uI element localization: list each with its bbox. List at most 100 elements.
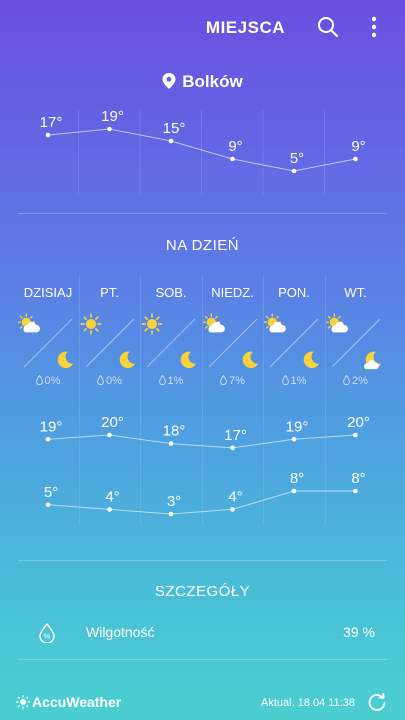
- hourly-temperature-point: [45, 132, 51, 138]
- partly-cloudy-icon: [202, 313, 225, 333]
- precipitation-chance: 7%: [202, 375, 263, 387]
- low-temperature-point: [107, 507, 112, 512]
- day-night-icons: [264, 313, 320, 369]
- sun-icon: [80, 313, 101, 335]
- hourly-temperature-point: [230, 156, 235, 162]
- humidity-value: 39 %: [343, 624, 375, 640]
- moon-icon: [180, 351, 197, 369]
- day-column[interactable]: PT. 0%: [79, 275, 140, 387]
- partly-cloudy-icon: [18, 313, 40, 333]
- high-temperature-point: [107, 432, 112, 438]
- raindrop-icon: [35, 375, 43, 385]
- high-temperature-label: 19°: [40, 418, 63, 435]
- moon-icon: [303, 351, 320, 369]
- moon-icon: [119, 351, 135, 369]
- divider: [18, 213, 387, 214]
- low-temperature-point: [45, 502, 51, 508]
- more-vert-icon[interactable]: [369, 16, 379, 38]
- high-temperature-point: [291, 437, 297, 442]
- precipitation-chance: 1%: [141, 375, 202, 387]
- raindrop-icon: [343, 375, 350, 385]
- daily-section-title: NA DZIEŃ: [165, 237, 240, 254]
- day-name: PON.: [278, 285, 310, 300]
- day-night-icons: [141, 313, 197, 369]
- detail-row-humidity: % Wilgotność 39 %: [0, 613, 405, 653]
- day-column-separator: [324, 275, 326, 525]
- precipitation-chance: 2%: [325, 375, 386, 387]
- low-temperature-point: [230, 507, 235, 512]
- day-name: SOB.: [155, 285, 187, 300]
- low-temperature-point: [291, 488, 297, 494]
- cloudy-moon-icon: [363, 351, 381, 370]
- low-temperature-label: 5°: [44, 484, 58, 501]
- day-column-separator: [140, 275, 141, 525]
- accuweather-sun-icon: [16, 695, 30, 709]
- precipitation-value: 1%: [167, 375, 184, 387]
- moon-icon: [57, 351, 74, 369]
- high-temperature-label: 20°: [347, 414, 370, 431]
- day-name: NIEDZ.: [211, 285, 254, 300]
- day-column-separator: [78, 275, 80, 525]
- high-temperature-label: 17°: [224, 427, 247, 444]
- day-name: PT.: [100, 285, 119, 300]
- low-temperature-label: 8°: [351, 470, 365, 487]
- accuweather-logo[interactable]: AccuWeather: [16, 694, 121, 710]
- day-night-icons: [18, 313, 74, 369]
- hourly-temperature-label: 5°: [290, 150, 304, 167]
- hourly-temperature-label: 9°: [351, 138, 365, 155]
- precipitation-chance: 0%: [79, 375, 140, 387]
- day-column[interactable]: PON. 1%: [264, 275, 325, 387]
- places-button[interactable]: MIEJSCA: [206, 18, 285, 38]
- high-temperature-label: 20°: [101, 414, 124, 431]
- day-column[interactable]: NIEDZ. 7%: [202, 275, 263, 387]
- precipitation-chance: 0%: [18, 375, 79, 387]
- day-column[interactable]: SOB. 1%: [141, 275, 202, 387]
- divider: [18, 659, 387, 660]
- hourly-temperature-graph[interactable]: 17° 19° 15° 9° 5° 9°: [0, 100, 405, 200]
- raindrop-icon: [97, 375, 104, 385]
- hourly-temperature-label: 19°: [101, 108, 124, 125]
- daily-forecast: 19° 20° 18° 17° 19° 20° 5° 4° 3° 4° 8° 8° DZISIAJ 0%…: [0, 275, 405, 525]
- hourly-temperature-point: [107, 126, 112, 132]
- humidity-icon: %: [39, 623, 55, 643]
- hourly-temperature-point: [168, 138, 174, 144]
- location-pin-icon: [162, 73, 176, 89]
- high-temperature-point: [230, 445, 235, 451]
- day-column[interactable]: DZISIAJ 0%: [18, 275, 79, 387]
- moon-icon: [242, 351, 258, 369]
- day-name: DZISIAJ: [23, 285, 73, 300]
- hourly-temperature-label: 9°: [228, 138, 242, 155]
- partly-cloudy-icon: [325, 313, 348, 333]
- precipitation-chance: 1%: [264, 375, 325, 387]
- precipitation-value: 1%: [290, 375, 307, 387]
- hourly-temperature-point: [353, 156, 358, 162]
- day-column[interactable]: WT. 2%: [325, 275, 386, 387]
- precipitation-value: 0%: [106, 375, 122, 387]
- precipitation-value: 7%: [229, 375, 245, 387]
- footer: AccuWeather Aktual. 18.04 11:38: [0, 688, 405, 720]
- raindrop-icon: [158, 375, 166, 385]
- accuweather-label: AccuWeather: [32, 694, 122, 710]
- high-temperature-point: [168, 441, 174, 446]
- high-temperature-label: 18°: [163, 423, 186, 440]
- location-name: Bolków: [182, 72, 243, 91]
- high-temperature-point: [353, 432, 358, 438]
- low-temperature-label: 4°: [105, 488, 119, 505]
- search-icon[interactable]: [317, 16, 339, 38]
- details-section-title: SZCZEGÓŁY: [154, 583, 251, 600]
- top-bar: MIEJSCA: [0, 0, 405, 56]
- low-temperature-point: [353, 488, 358, 494]
- low-temperature-label: 4°: [228, 488, 242, 505]
- day-column-separator: [201, 275, 203, 525]
- low-temperature-point: [168, 511, 174, 517]
- precipitation-value: 0%: [44, 375, 61, 387]
- low-temperature-label: 3°: [167, 493, 181, 510]
- hourly-temperature-label: 17°: [40, 114, 63, 131]
- partly-cloudy-icon: [264, 313, 286, 333]
- location-header[interactable]: Bolków: [0, 72, 405, 92]
- day-night-icons: [325, 313, 382, 370]
- hourly-temperature-point: [291, 168, 297, 174]
- day-name: WT.: [344, 285, 367, 300]
- low-temperature-label: 8°: [290, 470, 304, 487]
- refresh-icon[interactable]: [367, 692, 387, 712]
